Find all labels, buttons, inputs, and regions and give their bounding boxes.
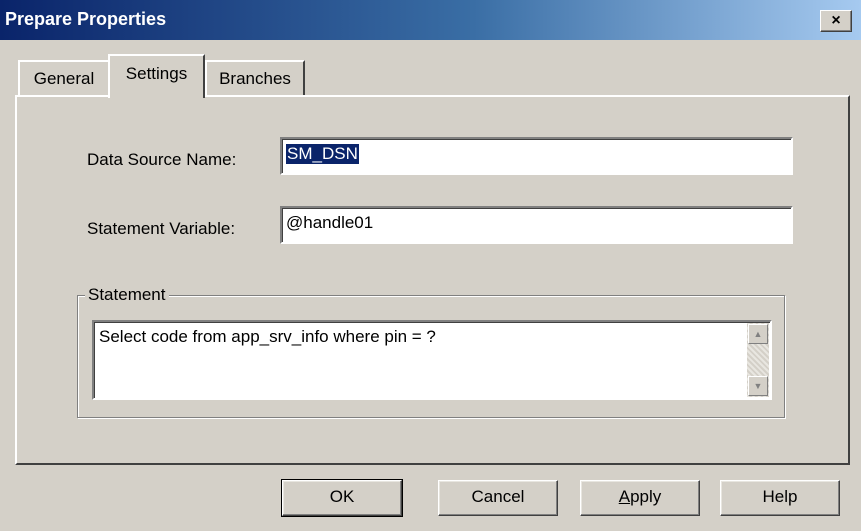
tab-general[interactable]: General <box>18 60 110 96</box>
scroll-up-arrow-icon[interactable]: ▲ <box>748 324 768 344</box>
apply-button-label: Apply <box>619 487 662 506</box>
title-bar: Prepare Properties × <box>0 0 861 40</box>
help-button-label: Help <box>762 487 798 506</box>
tab-branches-label: Branches <box>219 69 291 88</box>
data-source-name-value: SM_DSN <box>286 144 359 164</box>
statement-variable-value: @handle01 <box>286 213 374 232</box>
close-icon: × <box>831 12 841 29</box>
statement-scrollbar[interactable]: ▲ ▼ <box>747 323 769 397</box>
tab-settings[interactable]: Settings <box>108 54 205 98</box>
statement-variable-field[interactable]: @handle01 <box>280 206 793 244</box>
apply-rest: pply <box>630 487 662 506</box>
cancel-button[interactable]: Cancel <box>438 480 558 516</box>
scroll-down-arrow-icon[interactable]: ▼ <box>748 376 768 396</box>
apply-button[interactable]: Apply <box>580 480 700 516</box>
apply-mnemonic: A <box>618 487 631 506</box>
tab-branches[interactable]: Branches <box>205 60 305 96</box>
ok-button[interactable]: OK <box>281 479 403 517</box>
tab-settings-label: Settings <box>125 64 188 83</box>
close-button[interactable]: × <box>820 10 852 32</box>
ok-button-label: OK <box>329 487 355 506</box>
data-source-name-label: Data Source Name: <box>87 150 237 169</box>
data-source-name-field[interactable]: SM_DSN <box>280 137 793 175</box>
settings-tab-panel: Data Source Name: SM_DSN Statement Varia… <box>15 95 850 465</box>
window-title: Prepare Properties <box>5 9 167 29</box>
statement-group-label: Statement <box>85 284 169 306</box>
tab-general-label: General <box>33 69 95 88</box>
statement-groupbox: Statement Select code from app_srv_info … <box>77 284 785 418</box>
statement-variable-label: Statement Variable: <box>87 219 236 238</box>
help-button[interactable]: Help <box>720 480 840 516</box>
cancel-button-label: Cancel <box>471 487 525 506</box>
statement-text: Select code from app_srv_info where pin … <box>99 327 436 346</box>
statement-textarea[interactable]: Select code from app_srv_info where pin … <box>92 320 772 400</box>
